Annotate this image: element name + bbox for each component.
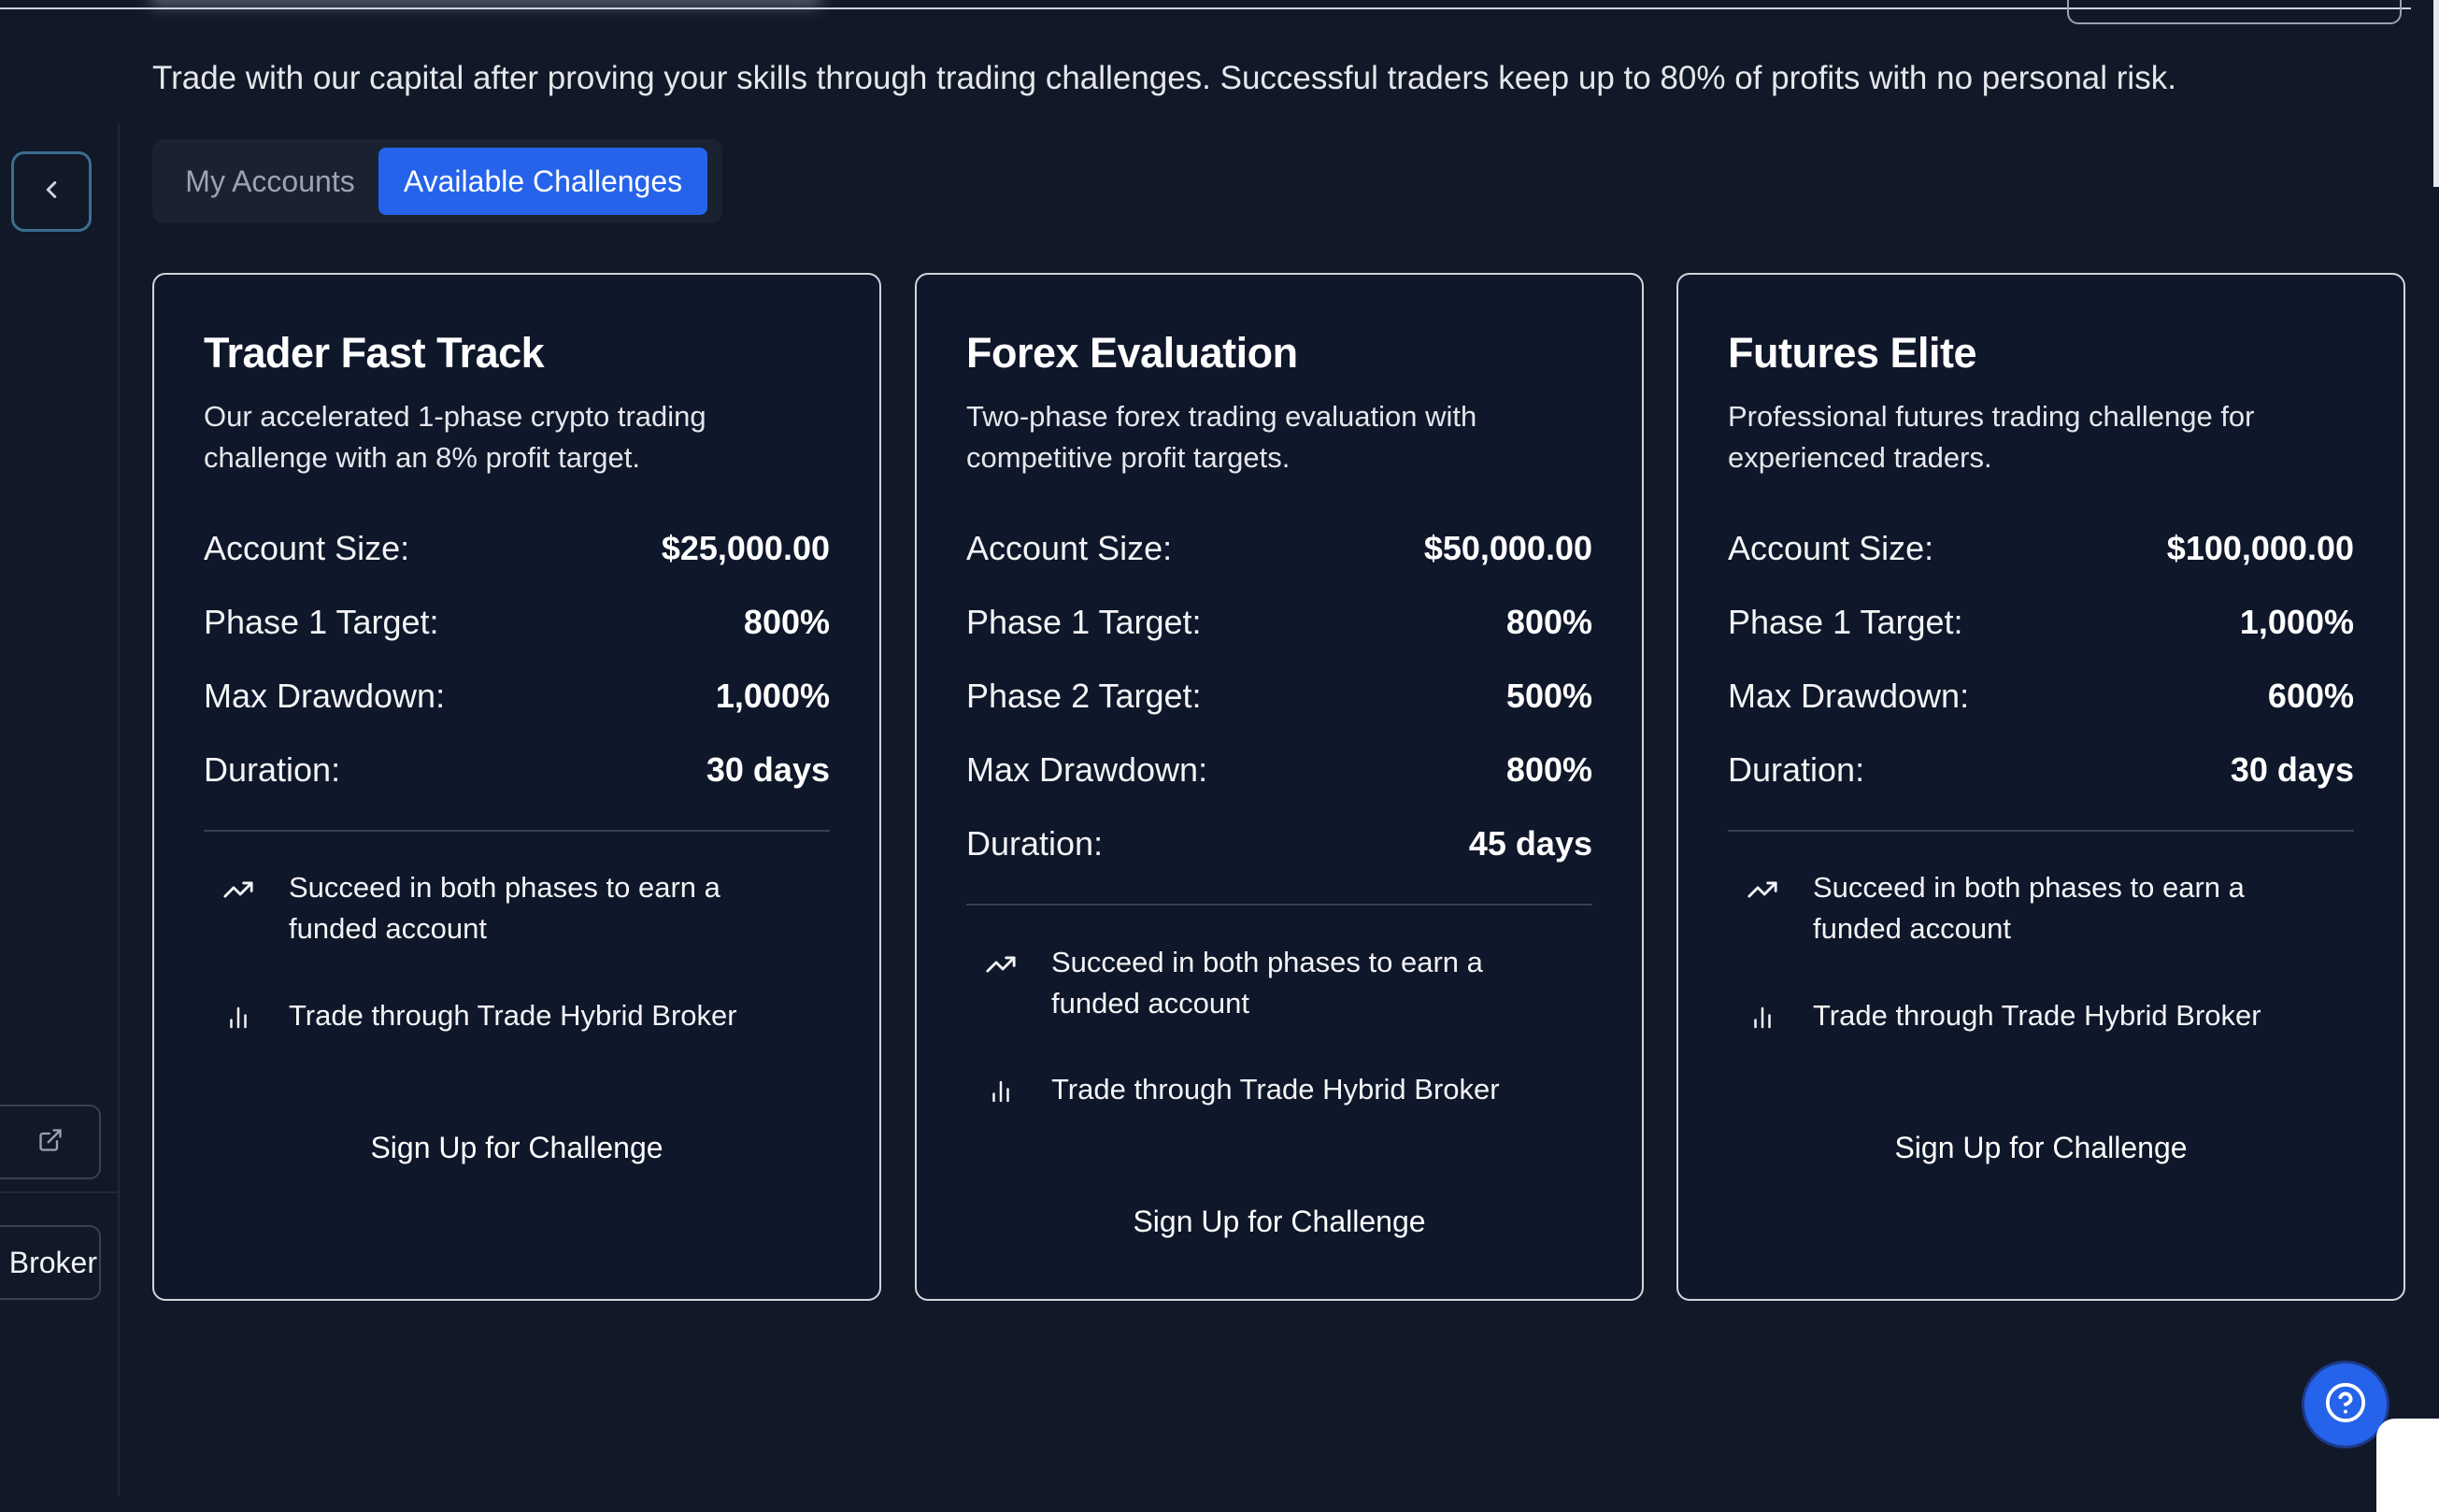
challenge-card-futures-elite: Futures Elite Professional futures tradi…: [1676, 273, 2405, 1301]
row-label: Phase 2 Target:: [966, 677, 1202, 715]
card-title: Futures Elite: [1728, 329, 1977, 377]
sidebar-separator: [0, 1191, 118, 1193]
row-label: Phase 1 Target:: [966, 603, 1202, 641]
card-row-phase1-target: Phase 1 Target: 800%: [966, 603, 1592, 642]
card-row-duration: Duration: 45 days: [966, 824, 1592, 863]
help-circle-icon: [2324, 1381, 2367, 1429]
row-value: 800%: [1505, 750, 1592, 789]
challenge-card-forex-evaluation: Forex Evaluation Two-phase forex trading…: [915, 273, 1644, 1301]
page-heading-cutoff: [150, 0, 822, 7]
row-value: 600%: [2267, 677, 2354, 715]
row-value: 1,000%: [2239, 603, 2354, 641]
row-value: 30 days: [706, 750, 830, 789]
row-value: 1,000%: [715, 677, 830, 715]
row-label: Phase 1 Target:: [204, 603, 439, 641]
external-link-icon: [37, 1127, 64, 1158]
feature-item: Trade through Trade Hybrid Broker: [218, 995, 816, 1038]
row-label: Duration:: [966, 824, 1104, 863]
row-label: Account Size:: [1728, 529, 1934, 567]
overlay-widget-edge: [2376, 1419, 2439, 1512]
help-button[interactable]: [2304, 1363, 2387, 1446]
feature-item: Trade through Trade Hybrid Broker: [980, 1069, 1578, 1112]
scrollbar[interactable]: [2433, 0, 2439, 187]
card-row-phase2-target: Phase 2 Target: 500%: [966, 677, 1592, 716]
bar-chart-icon: [980, 1071, 1021, 1112]
sign-up-challenge-button[interactable]: Sign Up for Challenge: [966, 1189, 1592, 1254]
feature-text: Succeed in both phases to earn a funded …: [1051, 946, 1483, 1020]
row-label: Max Drawdown:: [204, 677, 446, 715]
card-row-phase1-target: Phase 1 Target: 1,000%: [1728, 603, 2354, 642]
card-divider: [1728, 830, 2354, 832]
tab-my-accounts[interactable]: My Accounts: [162, 148, 378, 215]
feature-item: Succeed in both phases to earn a funded …: [980, 942, 1578, 1024]
row-value: $25,000.00: [661, 529, 830, 567]
card-row-duration: Duration: 30 days: [204, 750, 830, 790]
card-row-duration: Duration: 30 days: [1728, 750, 2354, 790]
row-label: Account Size:: [204, 529, 410, 567]
row-label: Max Drawdown:: [1728, 677, 1970, 715]
row-value: 500%: [1505, 677, 1592, 715]
row-label: Duration:: [204, 750, 341, 789]
tab-available-challenges[interactable]: Available Challenges: [378, 148, 707, 215]
row-label: Phase 1 Target:: [1728, 603, 1963, 641]
card-title: Forex Evaluation: [966, 329, 1298, 377]
page-intro: Trade with our capital after proving you…: [152, 60, 2176, 96]
row-value: $100,000.00: [2166, 529, 2354, 567]
card-description: Professional futures trading challenge f…: [1728, 400, 2255, 474]
feature-text: Trade through Trade Hybrid Broker: [289, 999, 737, 1032]
sidebar-broker-button[interactable]: : Broker: [0, 1225, 101, 1300]
header-action-button-cutoff[interactable]: [2067, 0, 2402, 24]
row-value: $50,000.00: [1423, 529, 1592, 567]
card-row-account-size: Account Size: $25,000.00: [204, 529, 830, 568]
card-row-phase1-target: Phase 1 Target: 800%: [204, 603, 830, 642]
trending-up-icon: [1742, 869, 1783, 910]
challenge-card-trader-fast-track: Trader Fast Track Our accelerated 1-phas…: [152, 273, 881, 1301]
sidebar-collapse-button[interactable]: [11, 151, 92, 232]
card-divider: [966, 904, 1592, 906]
chevron-left-icon: [37, 176, 65, 208]
card-divider: [204, 830, 830, 832]
card-row-account-size: Account Size: $100,000.00: [1728, 529, 2354, 568]
card-row-account-size: Account Size: $50,000.00: [966, 529, 1592, 568]
card-row-max-drawdown: Max Drawdown: 600%: [1728, 677, 2354, 716]
card-title: Trader Fast Track: [204, 329, 545, 377]
feature-text: Trade through Trade Hybrid Broker: [1051, 1073, 1500, 1105]
trending-up-icon: [980, 944, 1021, 985]
challenge-tabs: My Accounts Available Challenges: [152, 139, 722, 223]
card-row-max-drawdown: Max Drawdown: 800%: [966, 750, 1592, 790]
card-description: Two-phase forex trading evaluation with …: [966, 400, 1477, 474]
feature-item: Succeed in both phases to earn a funded …: [1742, 867, 2340, 949]
feature-item: Succeed in both phases to earn a funded …: [218, 867, 816, 949]
sidebar-external-link-button[interactable]: [0, 1105, 101, 1179]
sidebar-broker-label: Broker: [8, 1245, 97, 1279]
row-label: Max Drawdown:: [966, 750, 1208, 789]
sidebar-divider: [118, 124, 120, 1495]
row-label: Duration:: [1728, 750, 1865, 789]
bar-chart-icon: [1742, 997, 1783, 1038]
bar-chart-icon: [218, 997, 259, 1038]
row-value: 800%: [1505, 603, 1592, 641]
card-description: Our accelerated 1-phase crypto trading c…: [204, 400, 706, 474]
feature-text: Succeed in both phases to earn a funded …: [1813, 871, 2245, 945]
sign-up-challenge-button[interactable]: Sign Up for Challenge: [1728, 1115, 2354, 1180]
row-value: 800%: [743, 603, 830, 641]
row-value: 30 days: [2230, 750, 2354, 789]
sign-up-challenge-button[interactable]: Sign Up for Challenge: [204, 1115, 830, 1180]
row-label: Account Size:: [966, 529, 1173, 567]
trending-up-icon: [218, 869, 259, 910]
card-row-max-drawdown: Max Drawdown: 1,000%: [204, 677, 830, 716]
feature-text: Trade through Trade Hybrid Broker: [1813, 999, 2261, 1032]
header-divider: [0, 7, 2411, 9]
feature-item: Trade through Trade Hybrid Broker: [1742, 995, 2340, 1038]
row-value: 45 days: [1468, 824, 1592, 863]
feature-text: Succeed in both phases to earn a funded …: [289, 871, 720, 945]
